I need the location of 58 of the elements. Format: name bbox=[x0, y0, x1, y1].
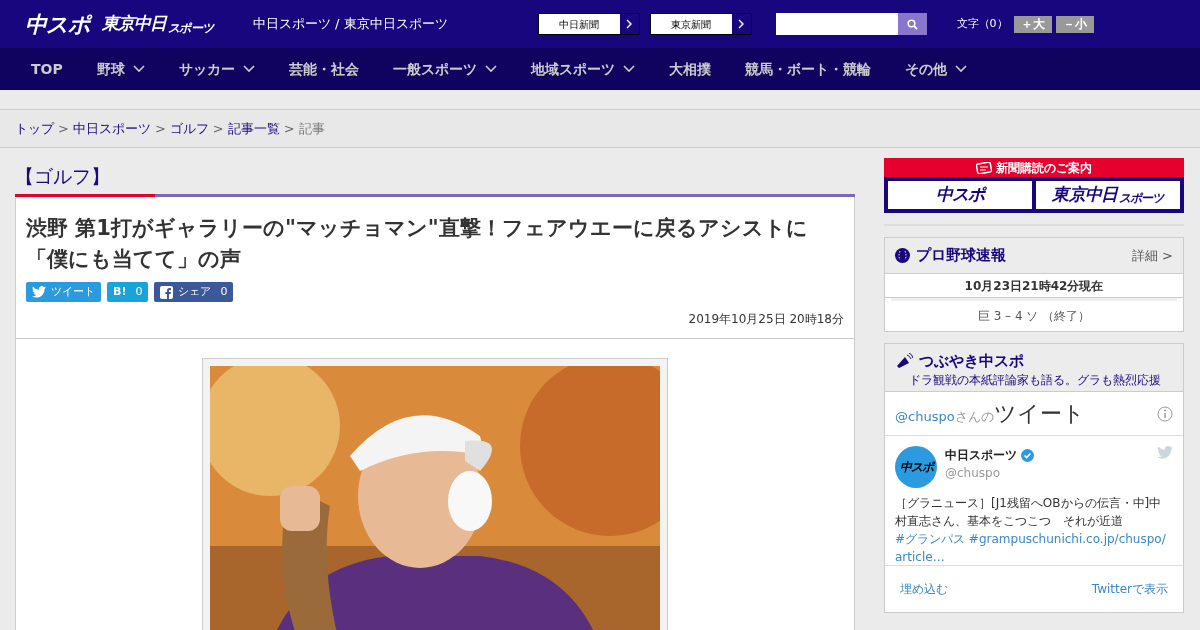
chevron-down-icon bbox=[242, 65, 255, 73]
breadcrumb-link[interactable]: 記事一覧 bbox=[227, 118, 280, 139]
newspaper-link[interactable]: 東京新聞 bbox=[649, 13, 752, 35]
facebook-icon bbox=[160, 285, 174, 299]
font-size-label: 文字（0） bbox=[956, 15, 1008, 32]
breadcrumb-separator: > bbox=[283, 119, 295, 138]
chevron-down-icon bbox=[954, 65, 967, 73]
chevron-right-icon bbox=[626, 19, 633, 29]
nav-item[interactable]: 競馬・ボート・競輪 bbox=[744, 58, 871, 80]
nav-item[interactable]: 芸能・社会 bbox=[288, 58, 359, 80]
nav-item[interactable]: 大相撲 bbox=[668, 58, 711, 80]
search-icon bbox=[906, 18, 918, 30]
article-date: 2019年10月25日 20時18分 bbox=[687, 311, 844, 328]
embed-link[interactable]: 埋め込む bbox=[900, 579, 948, 598]
breadcrumb-separator: > bbox=[58, 119, 69, 138]
newspaper-link[interactable]: 中日新聞 bbox=[537, 13, 640, 35]
article-title: 渋野 第1打がギャラリーの"マッチョマン"直撃！フェアウエーに戻るアシストに「僕にも当てて」の声 bbox=[26, 215, 809, 273]
site-title: 中日スポーツ / 東京中日スポーツ bbox=[252, 15, 448, 34]
newspaper-logo[interactable]: 中スポ bbox=[888, 181, 1032, 209]
breadcrumb-link[interactable]: トップ bbox=[15, 118, 54, 139]
timeline-heading: @chuspo さんのツイート bbox=[895, 400, 1085, 428]
breadcrumb-separator: > bbox=[154, 119, 166, 138]
category-heading: 【ゴルフ】 bbox=[15, 163, 111, 189]
tweet-text: ［グラニュース］[J1残留へOBからの伝言・中]中村直志さん、基本をこつこつ それが近道 bbox=[895, 495, 1163, 530]
widget-title: プロ野球速報 bbox=[916, 245, 1006, 267]
nav-item[interactable]: 地域スポーツ bbox=[530, 58, 635, 80]
banner-title: 新聞購読のご案内 bbox=[996, 161, 1092, 174]
game-score: 巨 3 – 4 ソ （終了） bbox=[976, 308, 1092, 325]
detail-link[interactable]: 詳細 > bbox=[1131, 245, 1173, 266]
nav-item[interactable]: 野球 bbox=[96, 58, 145, 80]
megaphone-icon bbox=[895, 352, 913, 370]
breadcrumb-link[interactable]: ゴルフ bbox=[169, 118, 209, 139]
info-icon[interactable] bbox=[1157, 405, 1173, 422]
account-handle: @chuspo bbox=[945, 465, 1002, 482]
tweet-link[interactable]: #グランパス #grampuschunichi.co.jp/chuspo/article… bbox=[895, 530, 1173, 566]
search-button[interactable] bbox=[897, 13, 927, 35]
nav-item[interactable]: サッカー bbox=[178, 58, 255, 80]
nav-item[interactable]: TOP bbox=[31, 58, 63, 80]
avatar[interactable]: 中スポ bbox=[895, 446, 937, 488]
widget-title: つぶやき中スポ bbox=[919, 351, 1024, 372]
newspaper-icon bbox=[976, 161, 992, 174]
breadcrumb-current: 記事 bbox=[298, 119, 325, 138]
chevron-right-icon bbox=[738, 19, 745, 29]
nav-item[interactable]: 一般スポーツ bbox=[392, 58, 497, 80]
baseball-icon bbox=[895, 248, 910, 263]
share-button[interactable]: シェア 0 bbox=[154, 282, 234, 302]
breadcrumb-separator: > bbox=[212, 119, 224, 138]
account-name: 中日スポーツ bbox=[945, 447, 1017, 464]
nav-item[interactable]: その他 bbox=[904, 58, 967, 80]
chevron-down-icon bbox=[484, 65, 497, 73]
breadcrumb-link[interactable]: 中日スポーツ bbox=[72, 118, 151, 139]
view-on-twitter-link[interactable]: Twitterで表示 bbox=[1091, 579, 1168, 598]
search-field[interactable] bbox=[775, 13, 927, 35]
chevron-down-icon bbox=[132, 65, 145, 73]
widget-subtitle: ドラ観戦の本紙評論家も語る。グラも熱烈応援 bbox=[909, 372, 1162, 387]
bird-icon bbox=[1157, 446, 1173, 459]
bird-icon bbox=[32, 286, 46, 298]
chevron-down-icon bbox=[622, 65, 635, 73]
